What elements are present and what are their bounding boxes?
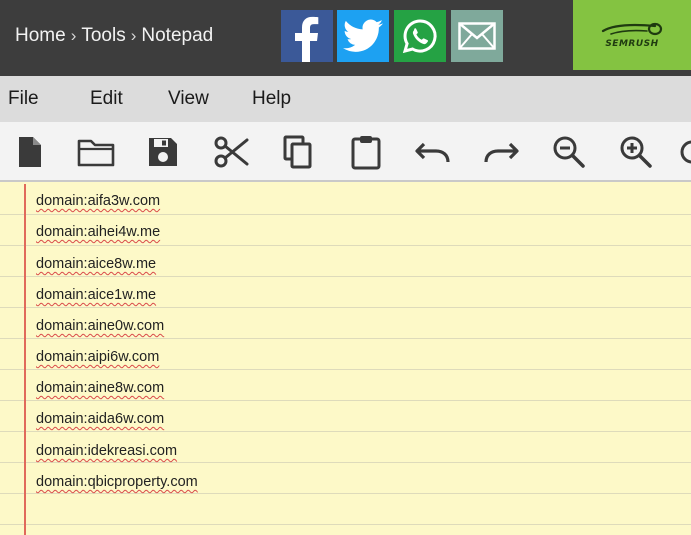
- email-icon: [458, 22, 496, 50]
- paste-icon: [351, 136, 381, 170]
- header-bar: Home › Tools › Notepad SEMRUSH: [0, 0, 691, 76]
- open-folder-icon: [77, 139, 115, 167]
- cut-icon: [214, 136, 249, 168]
- breadcrumb-separator: ›: [70, 26, 77, 45]
- save-icon: [149, 138, 177, 166]
- editor-line: domain:aice1w.me: [36, 287, 157, 303]
- email-share-button[interactable]: [451, 10, 503, 62]
- zoom-out-button[interactable]: [549, 132, 589, 172]
- copy-icon: [283, 135, 312, 169]
- breadcrumb-separator: ›: [130, 26, 137, 45]
- whatsapp-icon: [402, 19, 437, 54]
- editor-line: domain:aice8w.me: [36, 256, 157, 272]
- open-folder-button[interactable]: [76, 132, 116, 172]
- cut-button[interactable]: [211, 132, 251, 172]
- breadcrumb: Home › Tools › Notepad: [15, 23, 213, 49]
- save-button[interactable]: [143, 132, 183, 172]
- copy-button[interactable]: [278, 132, 318, 172]
- facebook-share-button[interactable]: [281, 10, 333, 62]
- semrush-ad[interactable]: SEMRUSH: [573, 0, 691, 70]
- menu-view[interactable]: View: [168, 88, 209, 110]
- editor-line: domain:qbicproperty.com: [36, 474, 198, 490]
- menu-edit[interactable]: Edit: [90, 88, 123, 110]
- breadcrumb-current: Notepad: [141, 25, 214, 46]
- fullscreen-button[interactable]: [676, 132, 691, 172]
- paste-button[interactable]: [346, 132, 386, 172]
- new-file-button[interactable]: [10, 132, 50, 172]
- zoom-in-icon: [620, 136, 652, 168]
- zoom-out-icon: [553, 136, 585, 168]
- brand-name: SEMRUSH: [605, 38, 659, 49]
- editor-line: domain:idekreasi.com: [36, 443, 178, 459]
- breadcrumb-home[interactable]: Home: [15, 25, 66, 47]
- whatsapp-share-button[interactable]: [394, 10, 446, 62]
- editor-line: domain:aipi6w.com: [36, 349, 160, 365]
- facebook-icon: [295, 16, 319, 62]
- editor-line: domain:aine0w.com: [36, 318, 165, 334]
- undo-icon: [415, 142, 450, 163]
- editor-line: domain:aihei4w.me: [36, 224, 161, 240]
- twitter-share-button[interactable]: [337, 10, 389, 62]
- editor-line: domain:aifa3w.com: [36, 193, 161, 209]
- new-file-icon: [19, 137, 41, 167]
- redo-icon: [484, 142, 519, 163]
- twitter-icon: [343, 19, 383, 52]
- undo-button[interactable]: [413, 132, 453, 172]
- redo-button[interactable]: [481, 132, 521, 172]
- menu-file[interactable]: File: [8, 88, 39, 110]
- margin-line: [24, 184, 26, 535]
- menu-bar: File Edit View Help: [0, 76, 691, 122]
- editor-line: domain:aida6w.com: [36, 411, 165, 427]
- semrush-logo-icon: [601, 22, 663, 35]
- toolbar: [0, 122, 691, 182]
- menu-help[interactable]: Help: [252, 88, 291, 110]
- fullscreen-icon: [680, 140, 691, 164]
- zoom-in-button[interactable]: [616, 132, 656, 172]
- notepad-editor[interactable]: domain:aifa3w.com domain:aihei4w.me doma…: [0, 184, 691, 535]
- breadcrumb-tools[interactable]: Tools: [81, 25, 125, 47]
- editor-line: domain:aine8w.com: [36, 380, 165, 396]
